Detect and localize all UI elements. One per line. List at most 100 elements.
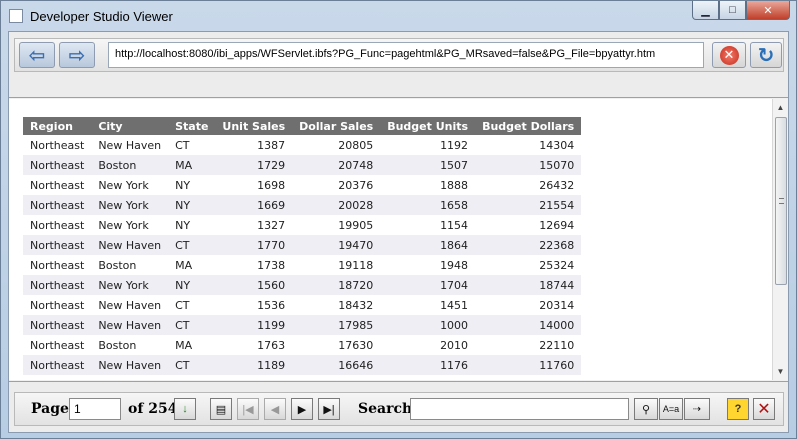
report-viewport: Region City State Unit Sales Dollar Sale… [9, 99, 772, 380]
table-cell: 1763 [257, 338, 286, 352]
next-page-button[interactable]: ▶ [291, 398, 313, 420]
table-cell: 1658 [380, 195, 476, 215]
url-field[interactable]: http://localhost:8080/ibi_apps/WFServlet… [108, 42, 704, 68]
table-cell: New Haven [91, 235, 169, 255]
table-cell: 1669 [215, 195, 293, 215]
stop-button[interactable]: ✕ [712, 42, 746, 68]
table-cell: 1192 [440, 138, 469, 152]
table-cell: CT [168, 355, 216, 375]
maximize-button[interactable]: □ [719, 1, 746, 20]
table-cell: New York [91, 275, 169, 295]
table-cell: 16646 [292, 355, 381, 375]
column-header: Budget Units [380, 117, 476, 135]
previous-page-button[interactable]: ◀ [264, 398, 286, 420]
previous-page-icon: ◀ [270, 403, 280, 416]
table-row: Northeast New Haven CT 1387 20805 1192 14304 [23, 135, 581, 155]
close-icon: ✕ [757, 401, 771, 418]
table-cell: 1948 [440, 258, 469, 272]
table-cell: 1199 [215, 315, 293, 335]
table-cell: Northeast [30, 178, 85, 192]
table-cell: 20748 [292, 155, 381, 175]
table-cell: New York [98, 218, 149, 232]
search-input[interactable] [410, 398, 629, 420]
scroll-up-button[interactable]: ▲ [773, 99, 788, 116]
table-cell: 14000 [475, 315, 582, 335]
table-cell: NY [168, 275, 216, 295]
table-cell: 18744 [475, 275, 582, 295]
refresh-icon: ↻ [757, 44, 775, 67]
page-label: Page [31, 401, 69, 417]
find-next-icon: ⇢ [692, 403, 702, 415]
window-controls: ▁ □ ✕ [692, 1, 790, 21]
help-icon: ? [734, 403, 742, 415]
help-button[interactable]: ? [727, 398, 749, 420]
table-cell: New Haven [98, 298, 162, 312]
table-cell: NY [175, 218, 191, 232]
go-page-icon: ↓ [182, 403, 188, 415]
scroll-down-button[interactable]: ▼ [773, 363, 788, 380]
forward-arrow-icon: ⇨ [68, 44, 86, 67]
table-cell: Boston [98, 258, 137, 272]
vertical-scrollbar[interactable]: ▲ ▼ [772, 99, 788, 380]
column-header: State [168, 117, 216, 135]
table-cell: 20028 [292, 195, 381, 215]
table-cell: MA [175, 258, 193, 272]
scroll-thumb[interactable] [775, 117, 787, 285]
toolbar-panel: ⇦ ⇨ http://localhost:8080/ibi_apps/WFSer… [14, 38, 784, 72]
forward-button[interactable]: ⇨ [59, 42, 95, 68]
table-cell: Northeast [23, 355, 92, 375]
table-cell: New York [91, 195, 169, 215]
find-button[interactable]: ⚲ [634, 398, 658, 420]
table-cell: 2010 [440, 338, 469, 352]
page-view-icon: ▤ [215, 403, 227, 416]
find-next-button[interactable]: ⇢ [684, 398, 710, 420]
next-page-icon: ▶ [297, 403, 307, 416]
pager-panel: Page 1 of 254 ↓ ▤ |◀ ◀ ▶ ▶| Search ⚲ A=a… [14, 392, 784, 426]
table-cell: CT [168, 315, 216, 335]
stop-icon: ✕ [719, 45, 739, 65]
table-cell: Northeast [23, 195, 92, 215]
table-cell: 1560 [215, 275, 293, 295]
table-cell: 1864 [380, 235, 476, 255]
table-cell: 22110 [539, 338, 575, 352]
go-to-page-button[interactable]: ↓ [174, 398, 196, 420]
page-view-button[interactable]: ▤ [210, 398, 232, 420]
table-row: Northeast Boston MA 1763 17630 2010 22110 [23, 335, 581, 355]
table-cell: 25324 [539, 258, 575, 272]
title-bar: Developer Studio Viewer ▁ □ ✕ [1, 1, 796, 31]
match-case-icon: A=a [662, 404, 680, 414]
table-cell: 19905 [338, 218, 374, 232]
page-number-input[interactable]: 1 [69, 398, 121, 420]
table-cell: 1738 [257, 258, 286, 272]
table-cell: 20805 [338, 138, 374, 152]
close-viewer-button[interactable]: ✕ [753, 398, 775, 420]
table-cell: 18432 [338, 298, 374, 312]
table-cell: 11760 [475, 355, 582, 375]
back-button[interactable]: ⇦ [19, 42, 55, 68]
minimize-button[interactable]: ▁ [692, 1, 719, 20]
table-cell: 20376 [338, 178, 374, 192]
table-cell: CT [168, 235, 216, 255]
first-page-button[interactable]: |◀ [237, 398, 259, 420]
navigation-toolbar: ⇦ ⇨ http://localhost:8080/ibi_apps/WFSer… [9, 32, 788, 98]
table-cell: New Haven [91, 315, 169, 335]
column-header: City [91, 117, 169, 135]
table-cell: Northeast [30, 258, 85, 272]
table-row: Northeast New York NY 1560 18720 1704 18744 [23, 275, 582, 295]
refresh-button[interactable]: ↻ [750, 42, 782, 68]
match-case-button[interactable]: A=a [659, 398, 683, 420]
binoculars-icon: ⚲ [641, 403, 651, 416]
table-cell: 19470 [292, 235, 381, 255]
table-cell: 1451 [440, 298, 469, 312]
table-cell: 1387 [257, 138, 286, 152]
table-cell: Northeast [23, 155, 92, 175]
close-window-button[interactable]: ✕ [746, 1, 790, 20]
last-page-button[interactable]: ▶| [318, 398, 340, 420]
table-row: Northeast New Haven CT 1770 19470 1864 22368 [23, 235, 582, 255]
table-row: Northeast New Haven CT 1189 16646 1176 11760 [23, 355, 582, 375]
table-cell: 1507 [380, 155, 476, 175]
table-cell: 26432 [539, 178, 575, 192]
table-cell: 21554 [475, 195, 582, 215]
table-cell: Northeast [30, 338, 85, 352]
table-cell: Boston [91, 155, 169, 175]
